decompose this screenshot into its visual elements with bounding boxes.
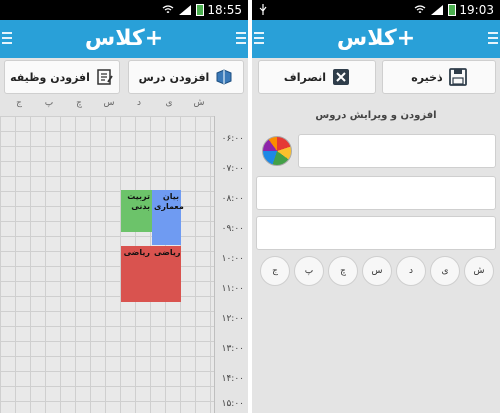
time-label: ۱۱:۰۰ <box>221 284 244 294</box>
color-picker[interactable] <box>262 136 292 166</box>
teacher-field[interactable] <box>256 176 496 210</box>
day-toggle[interactable]: ج <box>260 256 290 286</box>
day-label: پ <box>44 98 54 108</box>
class-label: ریاضی <box>154 248 181 257</box>
time-label: ۱۲:۰۰ <box>221 314 244 324</box>
class-block[interactable]: تربیت بدنی <box>121 190 152 232</box>
usb-icon <box>259 4 267 15</box>
time-column: ۰۶:۰۰ ۰۷:۰۰ ۰۸:۰۰ ۰۹:۰۰ ۱۰:۰۰ ۱۱:۰۰ ۱۲:۰… <box>214 116 248 413</box>
day-toggle[interactable]: پ <box>294 256 324 286</box>
location-field[interactable] <box>256 216 496 250</box>
day-label: ی <box>165 98 173 108</box>
wifi-icon <box>162 5 174 13</box>
battery-icon <box>448 4 456 16</box>
day-label: چ <box>76 98 82 108</box>
signal-icon <box>179 5 191 15</box>
time-label: ۰۸:۰۰ <box>221 194 244 204</box>
add-class-button[interactable]: افزودن درس <box>128 60 244 94</box>
close-icon <box>333 69 350 85</box>
app-logo: کلاس+ <box>84 26 164 51</box>
class-label: ریاضی <box>123 248 150 257</box>
class-block[interactable]: ریاضی <box>121 246 152 302</box>
wifi-icon <box>414 5 426 13</box>
section-title: افزودن و ویرایش دروس <box>315 110 437 121</box>
app-logo: کلاس+ <box>336 26 416 51</box>
app-bar: کلاس+ <box>252 20 500 58</box>
book-icon <box>216 69 232 85</box>
day-label: د <box>136 98 141 108</box>
class-block[interactable]: ریاضی <box>152 246 181 302</box>
status-time: 19:03 <box>459 3 494 17</box>
add-homework-button[interactable]: افزودن وظیفه <box>4 60 120 94</box>
time-label: ۰۷:۰۰ <box>221 164 244 174</box>
edit-note-icon <box>97 69 113 85</box>
day-toggle[interactable]: ی <box>430 256 460 286</box>
time-label: ۱۰:۰۰ <box>221 254 244 264</box>
class-name-field[interactable] <box>298 134 496 168</box>
save-label: ذخیره <box>411 70 443 84</box>
schedule-grid[interactable] <box>0 116 214 413</box>
status-bar: 19:03 <box>252 0 500 20</box>
edit-class-screen: 19:03 کلاس+ انصراف ذخیره افزودن و ویرایش… <box>252 0 500 413</box>
day-toggle[interactable]: س <box>362 256 392 286</box>
cancel-label: انصراف <box>283 70 327 84</box>
day-toggle[interactable]: د <box>396 256 426 286</box>
cancel-button[interactable]: انصراف <box>258 60 376 94</box>
day-selector: ش ی د س چ پ ج <box>258 256 498 290</box>
time-label: ۰۶:۰۰ <box>221 134 244 144</box>
app-bar: کلاس+ <box>0 20 248 58</box>
status-bar: 18:55 <box>0 0 248 20</box>
day-label: س <box>103 98 115 108</box>
weekday-header: ش ی د س چ پ ج <box>0 98 248 116</box>
menu-icon[interactable] <box>488 32 498 46</box>
menu-icon[interactable] <box>236 32 246 46</box>
day-label: ج <box>16 98 22 108</box>
time-label: ۱۵:۰۰ <box>221 399 244 409</box>
day-toggle[interactable]: ش <box>464 256 494 286</box>
class-block[interactable]: بیان معماری <box>152 190 184 245</box>
status-time: 18:55 <box>207 3 242 17</box>
add-homework-label: افزودن وظیفه <box>10 70 90 84</box>
battery-icon <box>196 4 204 16</box>
menu-icon[interactable] <box>254 32 264 46</box>
save-button[interactable]: ذخیره <box>382 60 496 94</box>
day-label: ش <box>193 98 205 108</box>
add-class-label: افزودن درس <box>138 70 210 84</box>
time-label: ۱۳:۰۰ <box>221 344 244 354</box>
schedule-screen: 18:55 کلاس+ افزودن وظیفه افزودن درس ش ی … <box>0 0 248 413</box>
save-icon <box>448 68 467 86</box>
signal-icon <box>431 5 443 15</box>
menu-icon[interactable] <box>2 32 12 46</box>
time-label: ۰۹:۰۰ <box>221 224 244 234</box>
time-label: ۱۴:۰۰ <box>221 374 244 384</box>
class-label: تربیت بدنی <box>127 192 150 211</box>
class-label: بیان معماری <box>154 192 184 211</box>
day-toggle[interactable]: چ <box>328 256 358 286</box>
